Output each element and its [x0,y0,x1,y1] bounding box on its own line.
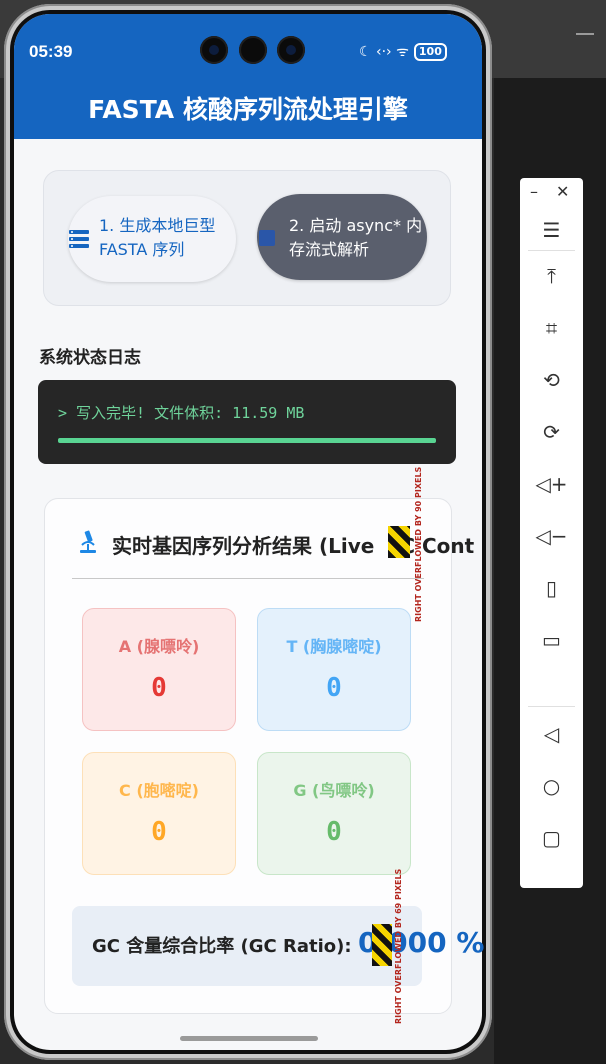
status-time: 05:39 [29,42,73,61]
crop-icon[interactable]: ⌗ [520,316,583,340]
stream-icon [259,230,275,246]
camera-icon [277,36,305,64]
back-icon[interactable]: ◁ [520,722,583,746]
camera-icon [239,36,267,64]
base-a-label: A (腺嘌呤) [118,637,200,656]
window-minimize-icon[interactable] [576,33,594,35]
overflow-warning-gc: RIGHT OVERFLOWED BY 69 PIXELS [394,868,403,1024]
overflow-warning-title: RIGHT OVERFLOWED BY 90 PIXELS [414,466,423,622]
rotate-icon[interactable]: ⟲ [520,368,583,392]
home-indicator[interactable] [180,1036,318,1041]
minimize-icon[interactable]: – [530,182,538,201]
overflow-hazard [372,924,392,966]
volume-down-icon[interactable]: ◁− [520,524,583,548]
storage-icon [69,230,89,248]
recents-icon[interactable]: ▢ [520,826,583,850]
home-icon[interactable]: ○ [520,774,583,798]
base-t-count: 0 [326,673,342,703]
base-g-label: G (鸟嘌呤) [293,781,375,800]
base-tile-g: G (鸟嘌呤) 0 [257,752,411,875]
log-title: 系统状态日志 [39,348,141,368]
base-tile-t: T (胸腺嘧啶) 0 [257,608,411,731]
generate-button-label-line1: 1. 生成本地巨型 [99,216,216,235]
base-t-label: T (胸腺嘧啶) [286,637,382,656]
rotate-alt-icon[interactable]: ⟳ [520,420,583,444]
base-c-label: C (胞嘧啶) [119,781,199,800]
card-divider [72,578,424,579]
volume-up-icon[interactable]: ◁+ [520,472,583,496]
base-tile-a: A (腺嘌呤) 0 [82,608,236,731]
shake-icon[interactable]: ▯ [520,576,583,600]
base-a-count: 0 [151,673,167,703]
battery-icon: 100 [413,42,447,61]
base-tile-c: C (胞嘧啶) 0 [82,752,236,875]
camera-icon [200,36,228,64]
parse-button-label-line1: 2. 启动 async* 内 [289,216,423,235]
pin-top-icon[interactable]: ⤒ [520,264,583,288]
base-g-count: 0 [326,817,342,847]
app-bar: 05:39 ☾ ‹·› ᯤ 100 FASTA 核酸序列流处理引擎 [14,14,482,139]
status-icons: ☾ ‹·› ᯤ 100 [359,42,447,61]
close-icon[interactable]: ✕ [556,182,569,201]
gc-ratio-label: GC 含量综合比率 (GC Ratio): [92,936,352,957]
overflow-hazard [388,526,410,558]
base-c-count: 0 [151,817,167,847]
status-indicator-icons: ☾ ‹·› ᯤ [359,44,409,60]
generate-button-label-line2: FASTA 序列 [99,240,185,259]
log-console: > 写入完毕! 文件体积: 11.59 MB [38,380,456,464]
log-message: > 写入完毕! 文件体积: 11.59 MB [58,404,305,422]
emulator-toolbar: – ✕ ☰ ⤒ ⌗ ⟲ ⟳ ◁+ ◁− ▯ ▭ ◁ ○ ▢ [520,178,583,888]
parse-button-label-line2: 存流式解析 [289,240,370,259]
app-title: FASTA 核酸序列流处理引擎 [88,95,408,124]
screenshot-icon[interactable]: ▭ [520,628,583,652]
log-progress-bar [58,438,436,443]
menu-icon[interactable]: ☰ [520,218,583,242]
microscope-icon [80,530,96,553]
